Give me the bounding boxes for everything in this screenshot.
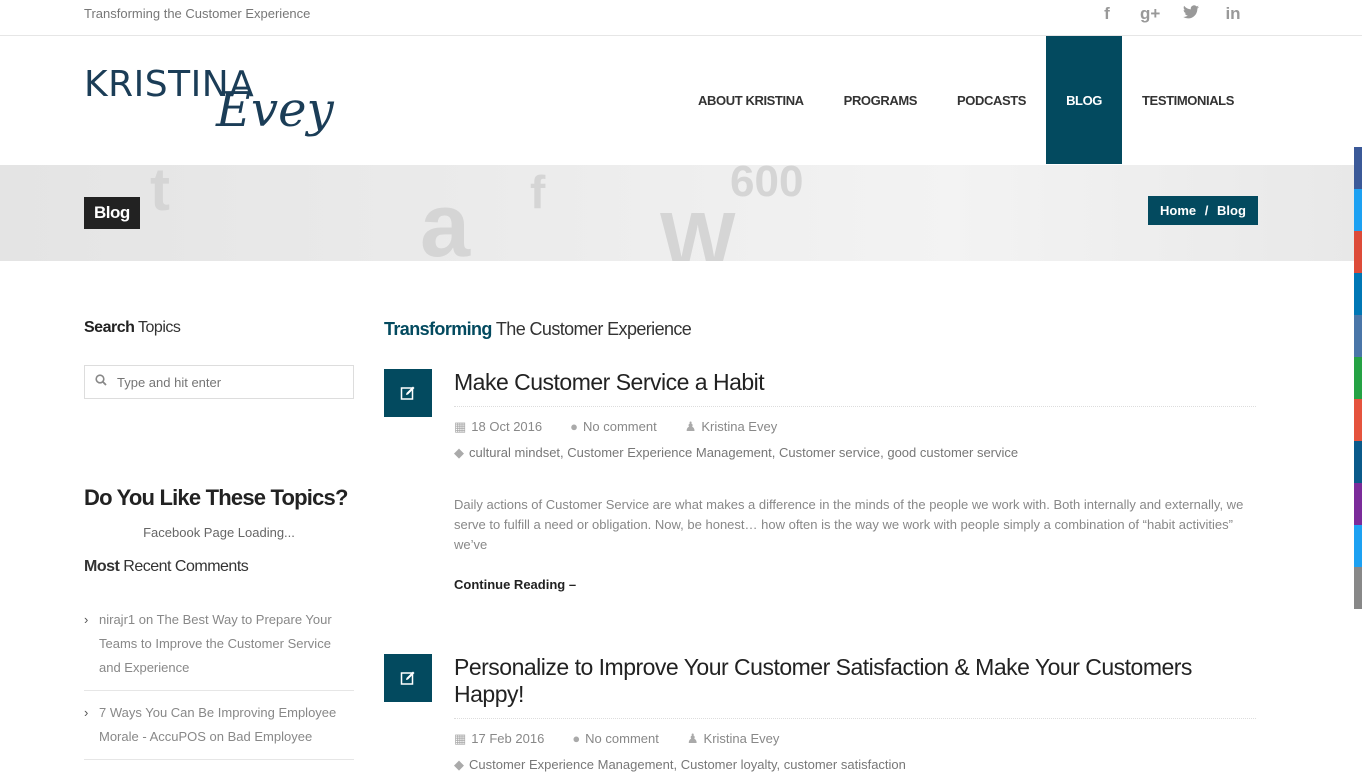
like-topics-title: Do You Like These Topics? — [84, 485, 348, 510]
search-input[interactable] — [85, 366, 353, 398]
post-comments[interactable]: ● No comment — [572, 731, 659, 747]
share-button[interactable] — [1354, 147, 1362, 189]
banner-background-glyph: a — [420, 176, 471, 261]
share-button[interactable] — [1354, 525, 1362, 567]
banner-background-glyph: 600 — [730, 165, 804, 206]
recent-comments-list: › nirajr1 on The Best Way to Prepare You… — [84, 608, 354, 760]
tags-icon: ◆ — [454, 757, 464, 772]
facebook-page-loading: Facebook Page Loading... — [143, 525, 295, 540]
post-title[interactable]: Personalize to Improve Your Customer Sat… — [454, 654, 1256, 719]
post-author[interactable]: ♟ Kristina Evey — [685, 419, 778, 435]
recent-comments-title: Most Recent Comments — [84, 558, 354, 576]
user-icon: ♟ — [686, 731, 699, 746]
post-date-text: 18 Oct 2016 — [471, 419, 543, 434]
twitter-icon[interactable] — [1182, 4, 1200, 24]
post-meta: ▦ 17 Feb 2016 ● No comment ♟ Kristina Evey — [454, 731, 1256, 747]
edit-icon — [384, 654, 432, 702]
banner-background-glyph: W — [660, 196, 736, 261]
comment-link[interactable]: on Bad Employee — [206, 729, 313, 744]
user-icon: ♟ — [684, 419, 697, 434]
share-button[interactable] — [1354, 315, 1362, 357]
post-tags: ◆ Customer Experience Management, Custome… — [454, 757, 1256, 773]
post-author-text: Kristina Evey — [703, 731, 780, 746]
search-topics-title: Search Topics — [84, 319, 354, 337]
logo-text-surname: Evey — [216, 82, 334, 138]
breadcrumb: Home / Blog — [1148, 196, 1258, 225]
social-links: f g+ in — [1098, 4, 1242, 24]
facebook-icon[interactable]: f — [1098, 4, 1116, 24]
comment-icon: ● — [570, 419, 578, 434]
main-nav: ABOUT KRISTINA PROGRAMS PODCASTS BLOG TE… — [678, 36, 1254, 164]
post-author-text: Kristina Evey — [701, 419, 778, 434]
banner-background-glyph: f — [530, 166, 546, 218]
blog-main: Transforming The Customer Experience Mak… — [384, 261, 1256, 773]
post-date-text: 17 Feb 2016 — [471, 731, 545, 746]
post-date: ▦ 18 Oct 2016 — [454, 419, 542, 435]
post-tags-text[interactable]: Customer Experience Management, Customer… — [469, 757, 906, 772]
share-button[interactable] — [1354, 483, 1362, 525]
share-button[interactable] — [1354, 357, 1362, 399]
share-button[interactable] — [1354, 231, 1362, 273]
site-header: KRISTINA Evey ABOUT KRISTINA PROGRAMS PO… — [0, 36, 1362, 165]
calendar-icon: ▦ — [454, 419, 467, 434]
breadcrumb-separator: / — [1204, 203, 1209, 218]
post-author[interactable]: ♟ Kristina Evey — [687, 731, 780, 747]
share-button[interactable] — [1354, 189, 1362, 231]
search-title-bold: Search — [84, 319, 135, 336]
tagline: Transforming the Customer Experience — [84, 6, 311, 21]
blog-heading: Transforming The Customer Experience — [384, 319, 1256, 341]
nav-testimonials[interactable]: TESTIMONIALS — [1122, 36, 1254, 164]
post-meta: ▦ 18 Oct 2016 ● No comment ♟ Kristina Evey — [454, 419, 1256, 435]
recent-title-rest: Recent Comments — [119, 558, 249, 575]
floating-share-bar — [1354, 147, 1362, 609]
nav-podcasts[interactable]: PODCASTS — [937, 36, 1046, 164]
comment-author[interactable]: nirajr1 — [99, 612, 135, 627]
blog-post: Personalize to Improve Your Customer Sat… — [384, 654, 1256, 773]
top-bar: Transforming the Customer Experience f g… — [0, 0, 1362, 36]
site-logo[interactable]: KRISTINA Evey — [84, 64, 334, 138]
breadcrumb-current: Blog — [1217, 203, 1246, 218]
chevron-right-icon: › — [84, 705, 89, 720]
post-comments[interactable]: ● No comment — [570, 419, 657, 435]
post-title[interactable]: Make Customer Service a Habit — [454, 369, 1256, 407]
share-button[interactable] — [1354, 567, 1362, 609]
sidebar: Search Topics Do You Like These Topics? … — [84, 261, 354, 770]
share-button[interactable] — [1354, 399, 1362, 441]
share-button[interactable] — [1354, 441, 1362, 483]
search-title-rest: Topics — [134, 319, 181, 336]
edit-icon — [384, 369, 432, 417]
post-excerpt: Daily actions of Customer Service are wh… — [454, 497, 1244, 552]
post-comments-text: No comment — [582, 419, 657, 434]
linkedin-icon[interactable]: in — [1224, 4, 1242, 24]
post-tags-text[interactable]: cultural mindset, Customer Experience Ma… — [469, 445, 1018, 460]
page-banner: t a f 600 W Blog Home / Blog — [0, 165, 1362, 261]
google-plus-icon[interactable]: g+ — [1140, 4, 1160, 24]
page-title: Blog — [84, 197, 140, 229]
post-comments-text: No comment — [585, 731, 659, 746]
list-item: › nirajr1 on The Best Way to Prepare You… — [84, 608, 354, 691]
recent-title-bold: Most — [84, 558, 120, 575]
search-icon — [95, 374, 107, 389]
post-date: ▦ 17 Feb 2016 — [454, 731, 544, 747]
nav-blog[interactable]: BLOG — [1046, 36, 1123, 164]
nav-programs[interactable]: PROGRAMS — [824, 36, 937, 164]
breadcrumb-home[interactable]: Home — [1160, 203, 1196, 218]
blog-post: Make Customer Service a Habit ▦ 18 Oct 20… — [384, 369, 1256, 594]
post-tags: ◆ cultural mindset, Customer Experience M… — [454, 445, 1256, 461]
chevron-right-icon: › — [84, 612, 89, 627]
calendar-icon: ▦ — [454, 731, 467, 746]
nav-about-kristina[interactable]: ABOUT KRISTINA — [678, 36, 824, 164]
blog-heading-bold: Transforming — [384, 319, 492, 339]
banner-background-glyph: t — [150, 165, 170, 223]
continue-reading-link[interactable]: Continue Reading – — [454, 577, 576, 592]
share-button[interactable] — [1354, 273, 1362, 315]
comment-icon: ● — [572, 731, 581, 746]
search-box — [84, 365, 354, 399]
tags-icon: ◆ — [454, 445, 464, 460]
list-item: › 7 Ways You Can Be Improving Employee M… — [84, 701, 354, 760]
blog-heading-rest: The Customer Experience — [491, 319, 692, 339]
